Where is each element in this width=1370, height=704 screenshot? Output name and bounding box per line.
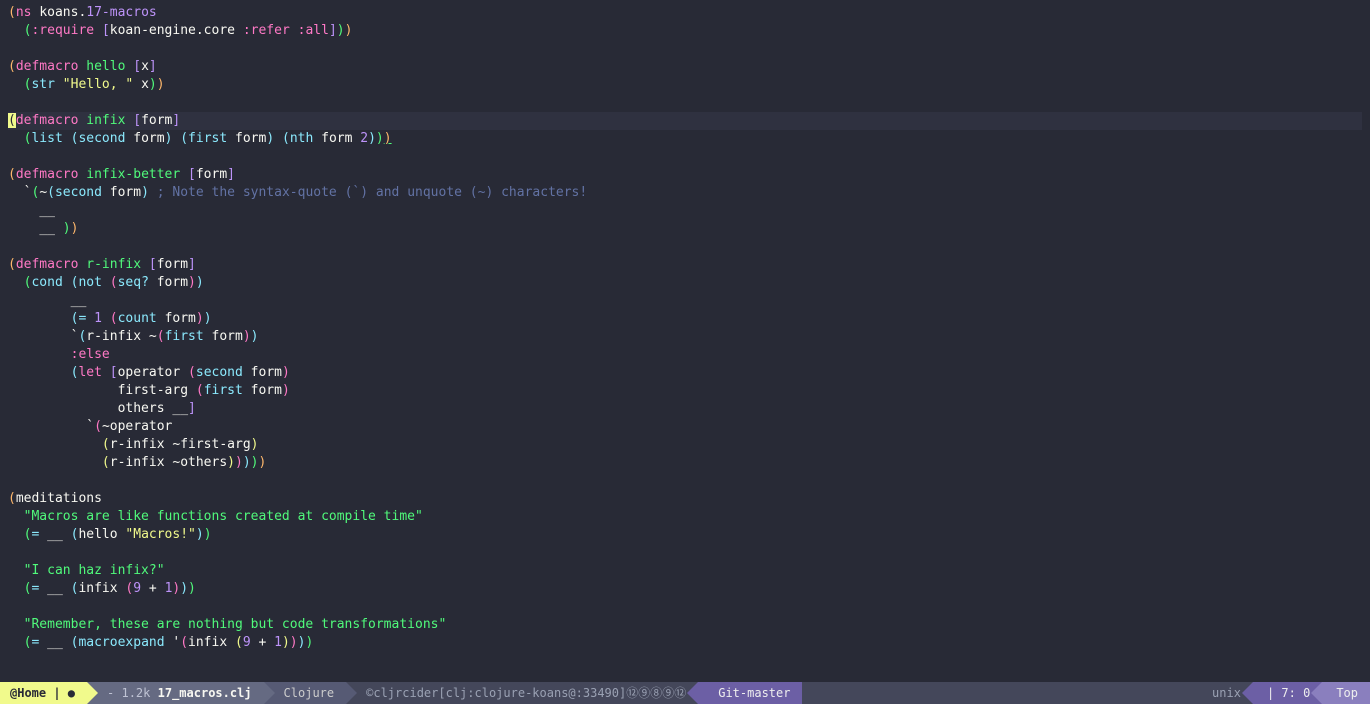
code-line[interactable] xyxy=(8,94,1362,112)
code-line[interactable]: (list (second form) (first form) (nth fo… xyxy=(8,130,1362,148)
code-line[interactable]: (cond (not (seq? form)) xyxy=(8,274,1362,292)
modeline-git[interactable]: Git-master xyxy=(698,682,802,704)
code-line[interactable]: (let [operator (second form) xyxy=(8,364,1362,382)
code-line[interactable]: `(r-infix ~(first form)) xyxy=(8,328,1362,346)
code-line[interactable]: (defmacro infix-better [form] xyxy=(8,166,1362,184)
modeline-filename: 17_macros.clj xyxy=(158,684,252,702)
code-line[interactable] xyxy=(8,472,1362,490)
code-line[interactable]: (str "Hello, " x)) xyxy=(8,76,1362,94)
modeline-size: - 1.2k xyxy=(107,684,150,702)
modeline-file[interactable]: - 1.2k 17_macros.clj xyxy=(87,682,264,704)
code-line[interactable]: (meditations xyxy=(8,490,1362,508)
code-line[interactable]: (ns koans.17-macros xyxy=(8,4,1362,22)
code-line[interactable]: "I can haz infix?" xyxy=(8,562,1362,580)
code-line[interactable]: (defmacro r-infix [form] xyxy=(8,256,1362,274)
code-line[interactable]: :else xyxy=(8,346,1362,364)
modeline-scroll: Top xyxy=(1322,682,1370,704)
code-area[interactable]: (ns koans.17-macros (:require [koan-engi… xyxy=(0,0,1370,682)
code-line[interactable]: __ xyxy=(8,202,1362,220)
code-line[interactable]: (:require [koan-engine.core :refer :all]… xyxy=(8,22,1362,40)
code-line[interactable] xyxy=(8,40,1362,58)
code-line[interactable]: (r-infix ~first-arg) xyxy=(8,436,1362,454)
modeline-major-mode[interactable]: Clojure xyxy=(264,682,347,704)
modeline: @Home | ● - 1.2k 17_macros.clj Clojure ©… xyxy=(0,682,1370,704)
code-line[interactable]: (= __ (infix (9 + 1))) xyxy=(8,580,1362,598)
code-line[interactable]: (= 1 (count form)) xyxy=(8,310,1362,328)
code-line[interactable]: (= __ (macroexpand '(infix (9 + 1)))) xyxy=(8,634,1362,652)
code-line[interactable]: (defmacro infix [form] xyxy=(8,112,1362,130)
code-line[interactable]: (r-infix ~others))))) xyxy=(8,454,1362,472)
modeline-home[interactable]: @Home | ● xyxy=(0,682,87,704)
code-line[interactable] xyxy=(8,544,1362,562)
code-line[interactable]: (= __ (hello "Macros!")) xyxy=(8,526,1362,544)
code-line[interactable] xyxy=(8,148,1362,166)
code-line[interactable]: others __] xyxy=(8,400,1362,418)
code-line[interactable] xyxy=(8,598,1362,616)
editor-pane[interactable]: (ns koans.17-macros (:require [koan-engi… xyxy=(0,0,1370,682)
code-line[interactable]: "Remember, these are nothing but code tr… xyxy=(8,616,1362,634)
code-line[interactable]: __ )) xyxy=(8,220,1362,238)
code-line[interactable]: `(~(second form) ; Note the syntax-quote… xyxy=(8,184,1362,202)
code-line[interactable] xyxy=(8,238,1362,256)
code-line[interactable]: "Macros are like functions created at co… xyxy=(8,508,1362,526)
code-line[interactable]: __ xyxy=(8,292,1362,310)
code-line[interactable]: `(~operator xyxy=(8,418,1362,436)
code-line[interactable]: first-arg (first form) xyxy=(8,382,1362,400)
code-line[interactable]: (defmacro hello [x] xyxy=(8,58,1362,76)
modeline-cider[interactable]: ©cljrcider[clj:clojure-koans@:33490]⑫⑨⑧⑨… xyxy=(346,682,698,704)
